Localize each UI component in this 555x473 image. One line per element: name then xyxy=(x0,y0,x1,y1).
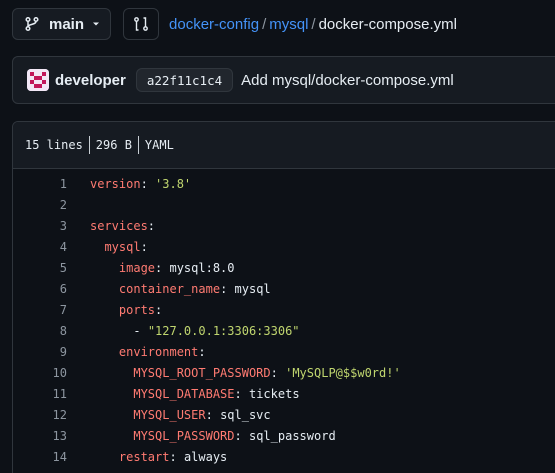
code-line: 7 ports: xyxy=(13,299,555,320)
yaml-key: restart xyxy=(118,449,170,464)
yaml-value: '3.8' xyxy=(155,176,192,191)
yaml-value: 'MySQLP@$$w0rd!' xyxy=(285,365,401,380)
file-size: 296 B xyxy=(95,138,132,152)
yaml-key: ports xyxy=(118,302,156,317)
yaml-key: MYSQL_PASSWORD xyxy=(133,428,235,443)
yaml-list-marker: - xyxy=(133,323,148,338)
code-line: 6 container_name: mysql xyxy=(13,278,555,299)
yaml-key: environment xyxy=(118,344,199,359)
breadcrumb-folder-link[interactable]: mysql xyxy=(269,16,308,33)
line-number[interactable]: 11 xyxy=(13,387,67,401)
line-number[interactable]: 12 xyxy=(13,408,67,422)
git-compare-icon xyxy=(134,17,148,31)
line-content: image: mysql:8.0 xyxy=(118,260,235,275)
code-line: 8 - "127.0.0.1:3306:3306" xyxy=(13,320,555,341)
line-number[interactable]: 7 xyxy=(13,303,67,317)
code-line: 9 environment: xyxy=(13,341,555,362)
file-language: YAML xyxy=(144,138,174,152)
commit-author[interactable]: developer xyxy=(55,72,126,89)
line-number[interactable]: 10 xyxy=(13,366,67,380)
line-content: version: '3.8' xyxy=(90,176,192,191)
line-number[interactable]: 8 xyxy=(13,324,67,338)
line-number[interactable]: 5 xyxy=(13,261,67,275)
line-number[interactable]: 4 xyxy=(13,240,67,254)
divider xyxy=(88,136,90,154)
code-line: 4 mysql: xyxy=(13,236,555,257)
line-content: ports: xyxy=(118,302,163,317)
yaml-key: container_name xyxy=(118,281,221,296)
yaml-key: image xyxy=(118,260,156,275)
line-content: container_name: mysql xyxy=(118,281,271,296)
line-number[interactable]: 1 xyxy=(13,177,67,191)
line-content: services: xyxy=(90,218,156,233)
line-content: MYSQL_PASSWORD: sql_password xyxy=(133,428,336,443)
yaml-key: mysql xyxy=(104,239,141,254)
breadcrumb: docker-config / mysql / docker-compose.y… xyxy=(169,16,457,33)
code-line: 5 image: mysql:8.0 xyxy=(13,257,555,278)
branch-selector-button[interactable]: main xyxy=(12,8,112,40)
yaml-value: sql_password xyxy=(248,428,336,443)
commit-message[interactable]: Add mysql/docker-compose.yml xyxy=(241,72,454,89)
author-avatar-image xyxy=(27,69,49,91)
divider xyxy=(137,136,139,154)
line-content: mysql: xyxy=(104,239,148,254)
file-info-bar: 15 lines 296 B YAML xyxy=(13,122,555,169)
code-line: 13 MYSQL_PASSWORD: sql_password xyxy=(13,425,555,446)
line-number[interactable]: 3 xyxy=(13,219,67,233)
breadcrumb-separator: / xyxy=(262,15,267,33)
repo-nav-bar: main docker-config / mysql / docker-comp… xyxy=(12,8,457,40)
breadcrumb-separator: / xyxy=(311,15,316,33)
code-line: 12 MYSQL_USER: sql_svc xyxy=(13,404,555,425)
file-line-count: 15 lines xyxy=(25,138,83,152)
line-content: MYSQL_ROOT_PASSWORD: 'MySQLP@$$w0rd!' xyxy=(133,365,401,380)
line-number[interactable]: 13 xyxy=(13,429,67,443)
yaml-key: services xyxy=(90,218,148,233)
line-content: - "127.0.0.1:3306:3306" xyxy=(90,323,300,338)
yaml-key: MYSQL_ROOT_PASSWORD xyxy=(133,365,271,380)
yaml-value: always xyxy=(183,449,228,464)
line-number[interactable]: 14 xyxy=(13,450,67,464)
file-viewer: 15 lines 296 B YAML 1 version: '3.8' 2 3 ser… xyxy=(12,121,555,473)
line-content: restart: always xyxy=(118,449,228,464)
breadcrumb-repo-link[interactable]: docker-config xyxy=(169,16,259,33)
breadcrumb-current-file: docker-compose.yml xyxy=(318,15,457,33)
compare-branches-button[interactable] xyxy=(123,8,160,40)
code-line: 1 version: '3.8' xyxy=(13,173,555,194)
line-number[interactable]: 9 xyxy=(13,345,67,359)
commit-sha-button[interactable]: a22f11c1c4 xyxy=(135,68,234,92)
line-content: environment: xyxy=(118,344,206,359)
code-line: 3 services: xyxy=(13,215,555,236)
line-number[interactable]: 2 xyxy=(13,198,67,212)
yaml-key: version xyxy=(90,176,141,191)
avatar[interactable] xyxy=(27,69,49,91)
git-branch-icon xyxy=(25,16,39,32)
yaml-value: sql_svc xyxy=(220,407,271,422)
code-line: 2 xyxy=(13,194,555,215)
branch-name: main xyxy=(49,15,85,33)
yaml-value: tickets xyxy=(248,386,300,401)
code-view: 1 version: '3.8' 2 3 services: 4 mysql: 5 imag… xyxy=(13,169,555,467)
chevron-down-icon xyxy=(93,22,100,26)
yaml-key: MYSQL_USER xyxy=(133,407,206,422)
yaml-value: "127.0.0.1:3306:3306" xyxy=(147,323,300,338)
line-content: MYSQL_DATABASE: tickets xyxy=(133,386,300,401)
latest-commit-bar: developer a22f11c1c4 Add mysql/docker-co… xyxy=(12,56,555,104)
code-line: 14 restart: always xyxy=(13,446,555,467)
yaml-key: MYSQL_DATABASE xyxy=(133,386,235,401)
yaml-value: mysql xyxy=(234,281,271,296)
yaml-value: mysql:8.0 xyxy=(169,260,235,275)
line-number[interactable]: 6 xyxy=(13,282,67,296)
code-line: 11 MYSQL_DATABASE: tickets xyxy=(13,383,555,404)
code-line: 10 MYSQL_ROOT_PASSWORD: 'MySQLP@$$w0rd!' xyxy=(13,362,555,383)
line-content: MYSQL_USER: sql_svc xyxy=(133,407,271,422)
